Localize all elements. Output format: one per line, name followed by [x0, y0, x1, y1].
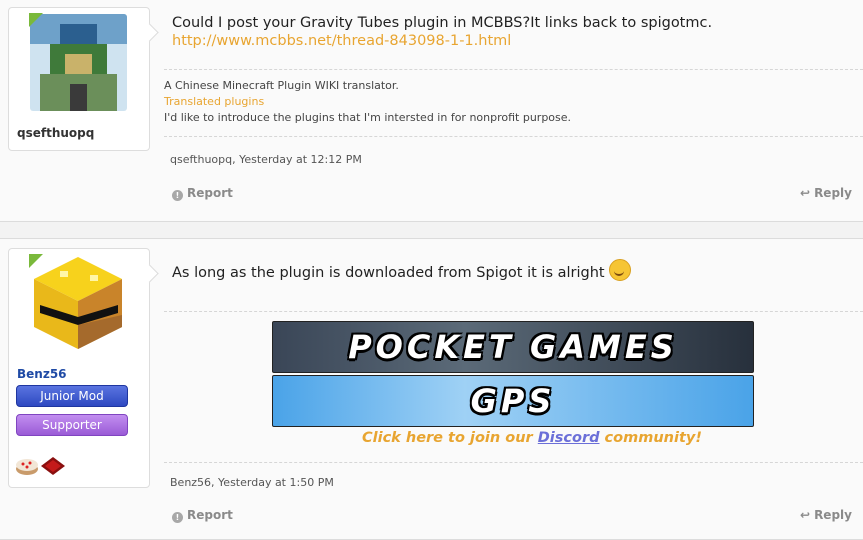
username[interactable]: qsefthuopq — [17, 126, 94, 140]
reply-button[interactable]: ↩ Reply — [800, 508, 852, 522]
alert-icon: ! — [172, 190, 183, 201]
reply-icon: ↩ — [800, 186, 811, 200]
reply-icon: ↩ — [800, 508, 811, 522]
message-text: Could I post your Gravity Tubes plugin i… — [172, 15, 713, 31]
post-qsefthuopq: qsefthuopq Could I post your Gravity Tub… — [0, 0, 863, 222]
cake-icon — [16, 459, 38, 475]
signature-line: A Chinese Minecraft Plugin WIKI translat… — [164, 79, 399, 92]
user-card: qsefthuopq — [8, 7, 150, 151]
avatar[interactable] — [30, 14, 127, 111]
divider — [164, 136, 863, 137]
report-button[interactable]: ! Report — [172, 186, 233, 201]
user-card: Benz56 Junior Mod Supporter — [8, 248, 150, 488]
message-link[interactable]: http://www.mcbbs.net/thread-843098-1-1.h… — [172, 33, 712, 49]
message-body: As long as the plugin is downloaded from… — [172, 259, 632, 281]
pocket-games-banner[interactable]: POCKET GAMES — [272, 321, 754, 373]
post-benz56: Benz56 Junior Mod Supporter As long as t… — [0, 238, 863, 540]
online-indicator — [29, 13, 43, 27]
smile-icon — [609, 259, 632, 281]
signature: A Chinese Minecraft Plugin WIKI translat… — [164, 69, 863, 126]
alert-icon: ! — [172, 512, 183, 523]
message-body: Could I post your Gravity Tubes plugin i… — [172, 15, 712, 49]
username[interactable]: Benz56 — [17, 367, 67, 381]
gps-banner[interactable]: GPS — [272, 375, 754, 427]
banner-text: POCKET GAMES — [348, 328, 678, 366]
divider — [164, 462, 863, 463]
signature-link[interactable]: Translated plugins — [164, 94, 863, 110]
online-indicator — [29, 254, 43, 268]
badge-junior-mod: Junior Mod — [16, 385, 128, 407]
trophy-icons[interactable] — [15, 455, 67, 482]
reply-button[interactable]: ↩ Reply — [800, 186, 852, 200]
signature-line: I'd like to introduce the plugins that I… — [164, 111, 572, 124]
report-button[interactable]: ! Report — [172, 508, 233, 523]
signature-divider — [164, 311, 863, 312]
badge-supporter: Supporter — [16, 414, 128, 436]
redstone-icon — [41, 457, 65, 475]
banner-text: GPS — [470, 382, 556, 420]
post-meta[interactable]: Benz56, Yesterday at 1:50 PM — [170, 476, 334, 489]
discord-link[interactable]: Discord — [538, 430, 600, 446]
discord-call-to-action: Click here to join our Discord community… — [362, 430, 702, 446]
post-meta[interactable]: qsefthuopq, Yesterday at 12:12 PM — [170, 153, 362, 166]
avatar[interactable] — [30, 255, 127, 352]
message-text: As long as the plugin is downloaded from… — [172, 265, 605, 281]
